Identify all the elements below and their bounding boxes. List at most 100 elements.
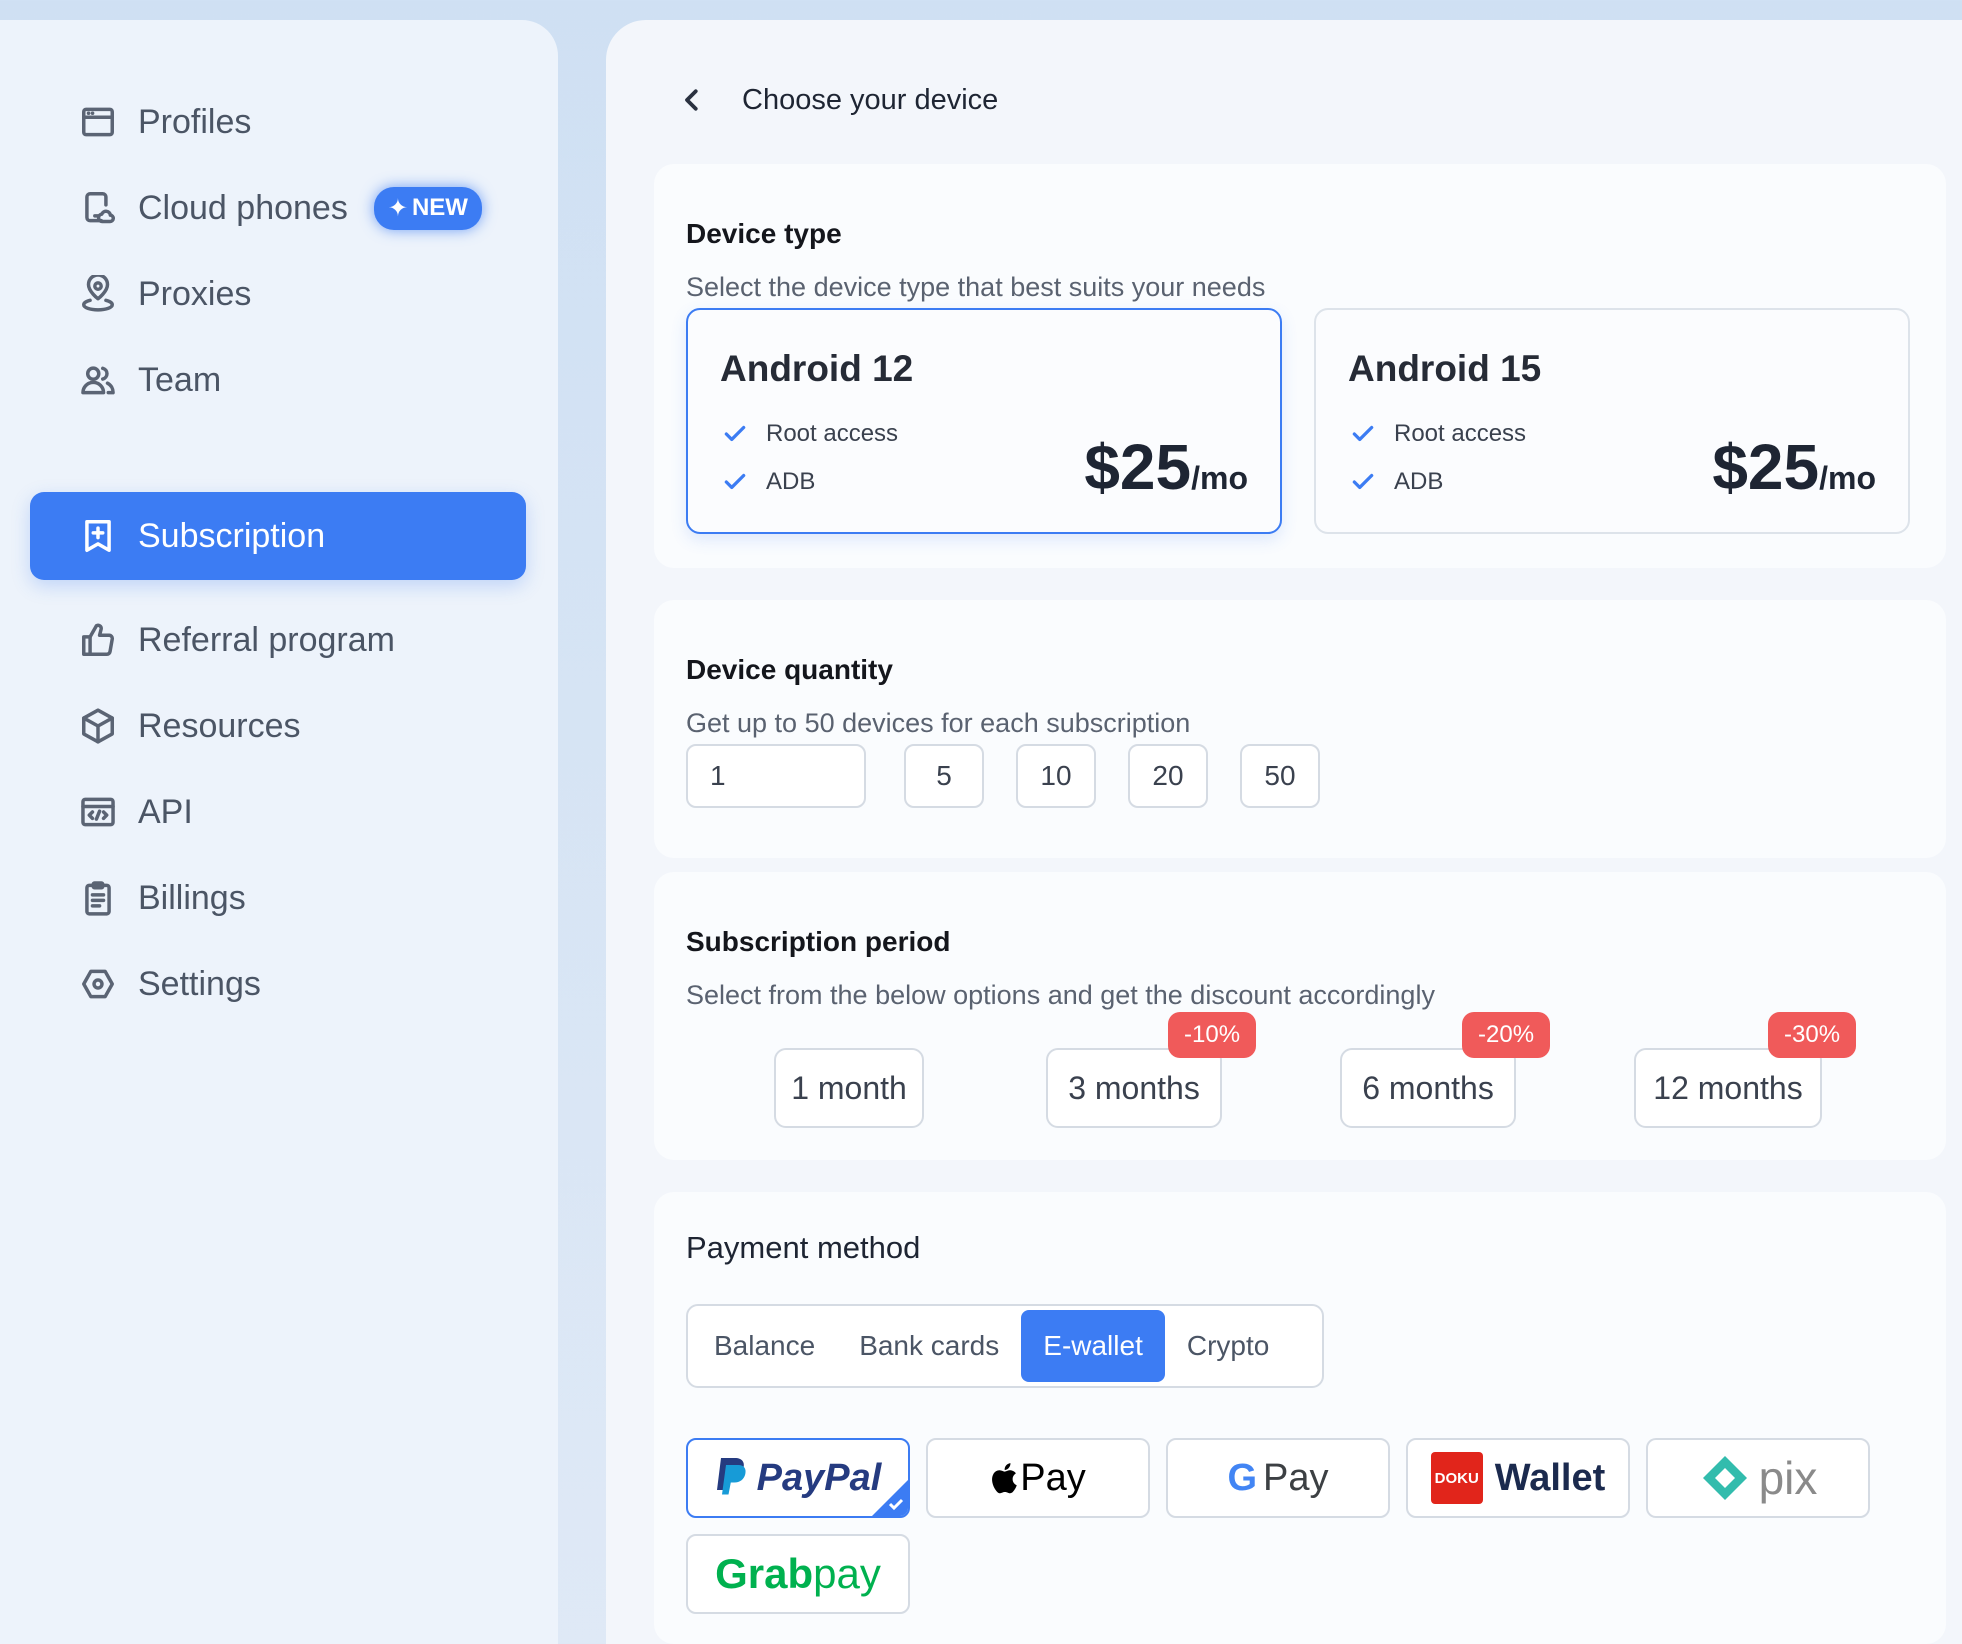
- quantity-preset-10[interactable]: 10: [1016, 744, 1096, 808]
- feature-label: ADB: [766, 468, 816, 495]
- check-icon: [724, 473, 746, 490]
- paypal-logo-icon: [716, 1458, 746, 1495]
- feature-label: Root access: [1394, 420, 1527, 447]
- sidebar: Profiles Cloud phones ✦ NEW Proxies Team …: [0, 20, 558, 1644]
- main-panel: Choose your device Device type Select th…: [606, 20, 1962, 1644]
- doku-wallet-wordmark: Wallet: [1494, 1456, 1606, 1499]
- sidebar-item-subscription[interactable]: Subscription: [30, 492, 526, 580]
- quantity-preset-5[interactable]: 5: [904, 744, 984, 808]
- device-type-card: Device type Select the device type that …: [654, 164, 1946, 568]
- payment-method-grabpay[interactable]: Grabpay: [686, 1534, 910, 1614]
- feature-label: Root access: [766, 420, 899, 447]
- device-option-android-15[interactable]: Android 15 Root access ADB $25/mo: [1314, 308, 1910, 534]
- sidebar-item-referral-program[interactable]: Referral program: [30, 596, 526, 684]
- quantity-preset-50[interactable]: 50: [1240, 744, 1320, 808]
- sidebar-item-label: Referral program: [138, 620, 395, 659]
- grabpay-wordmark: Grabpay: [715, 1550, 881, 1598]
- paypal-wordmark: PayPal: [756, 1456, 882, 1499]
- sidebar-item-resources[interactable]: Resources: [30, 682, 526, 770]
- sidebar-item-api[interactable]: API: [30, 768, 526, 856]
- google-pay-wordmark: Pay: [1263, 1456, 1329, 1499]
- quantity-input[interactable]: 1: [686, 744, 866, 808]
- check-icon: [1352, 473, 1374, 490]
- period-option-1-month[interactable]: 1 month: [774, 1048, 924, 1128]
- discount-badge: -30%: [1768, 1012, 1857, 1058]
- price-amount: $25: [1084, 431, 1192, 503]
- bookmark-plus-icon: [78, 516, 118, 556]
- check-icon: [724, 425, 746, 442]
- location-pin-icon: [78, 274, 118, 314]
- sidebar-item-proxies[interactable]: Proxies: [30, 250, 526, 338]
- feature-item: Root access: [722, 420, 898, 448]
- period-option-6-months[interactable]: 6 months: [1340, 1048, 1516, 1128]
- sparkle-icon: ✦: [387, 194, 408, 222]
- device-name: Android 15: [1348, 348, 1542, 389]
- sidebar-item-label: Team: [138, 360, 222, 399]
- cloud-phone-icon: [78, 188, 118, 228]
- device-type-subtitle: Select the device type that best suits y…: [686, 272, 1266, 302]
- device-price: $25/mo: [1712, 430, 1876, 504]
- users-icon: [78, 360, 118, 400]
- sidebar-item-label: Settings: [138, 964, 261, 1003]
- pay-text: pay: [813, 1550, 881, 1597]
- quantity-preset-20[interactable]: 20: [1128, 744, 1208, 808]
- pix-logo-icon: [1702, 1456, 1747, 1500]
- period-option-12-months[interactable]: 12 months: [1634, 1048, 1822, 1128]
- sidebar-item-cloud-phones[interactable]: Cloud phones ✦ NEW: [30, 164, 526, 252]
- badge-label: NEW: [411, 194, 468, 221]
- back-button[interactable]: [672, 80, 712, 120]
- sidebar-item-label: Proxies: [138, 274, 252, 313]
- clipboard-list-icon: [78, 878, 118, 918]
- period-option-3-months[interactable]: 3 months: [1046, 1048, 1222, 1128]
- device-option-android-12[interactable]: Android 12 Root access ADB $25/mo: [686, 308, 1282, 534]
- device-price: $25/mo: [1084, 430, 1248, 504]
- payment-method-card: Payment method Balance Bank cards E-wall…: [654, 1192, 1946, 1644]
- sidebar-item-profiles[interactable]: Profiles: [30, 78, 526, 166]
- doku-logo-icon: DOKU: [1430, 1452, 1483, 1504]
- device-type-title: Device type: [686, 218, 842, 249]
- device-quantity-card: Device quantity Get up to 50 devices for…: [654, 600, 1946, 858]
- payment-method-paypal[interactable]: PayPal: [686, 1438, 910, 1518]
- settings-hexagon-icon: [78, 964, 118, 1004]
- sidebar-item-settings[interactable]: Settings: [30, 940, 526, 1028]
- tab-bank-cards[interactable]: Bank cards: [837, 1310, 1021, 1382]
- payment-method-title: Payment method: [686, 1230, 921, 1265]
- page-title: Choose your device: [742, 83, 999, 116]
- feature-item: ADB: [722, 468, 815, 496]
- payment-method-google-pay[interactable]: G Pay: [1166, 1438, 1390, 1518]
- apple-logo-icon: [992, 1463, 1017, 1494]
- subscription-period-card: Subscription period Select from the belo…: [654, 872, 1946, 1160]
- feature-label: ADB: [1394, 468, 1444, 495]
- discount-badge: -20%: [1462, 1012, 1551, 1058]
- sidebar-item-label: Subscription: [138, 516, 326, 555]
- feature-item: ADB: [1350, 468, 1443, 496]
- thumbs-up-icon: [78, 620, 118, 660]
- code-window-icon: [78, 792, 118, 832]
- cube-icon: [78, 706, 118, 746]
- apple-pay-wordmark: Pay: [1020, 1456, 1086, 1499]
- payment-method-doku-wallet[interactable]: DOKU Wallet: [1406, 1438, 1630, 1518]
- sidebar-item-label: Billings: [138, 878, 246, 917]
- device-quantity-subtitle: Get up to 50 devices for each subscripti…: [686, 708, 1191, 738]
- grab-text: Grab: [715, 1550, 814, 1597]
- payment-method-apple-pay[interactable]: Pay: [926, 1438, 1150, 1518]
- device-name: Android 12: [720, 348, 914, 389]
- price-amount: $25: [1712, 431, 1820, 503]
- price-period: /mo: [1819, 460, 1876, 496]
- chevron-left-icon: [685, 89, 698, 111]
- google-g-icon: G: [1227, 1456, 1258, 1499]
- feature-item: Root access: [1350, 420, 1526, 448]
- tab-crypto[interactable]: Crypto: [1165, 1310, 1291, 1382]
- page-header: Choose your device: [672, 80, 998, 120]
- subscription-period-subtitle: Select from the below options and get th…: [686, 980, 1435, 1010]
- sidebar-item-label: API: [138, 792, 193, 831]
- payment-method-pix[interactable]: pix: [1646, 1438, 1870, 1518]
- device-quantity-title: Device quantity: [686, 654, 893, 685]
- tab-balance[interactable]: Balance: [692, 1310, 837, 1382]
- check-icon: [888, 1496, 904, 1512]
- pix-wordmark: pix: [1758, 1452, 1818, 1504]
- sidebar-item-team[interactable]: Team: [30, 336, 526, 424]
- payment-tabs: Balance Bank cards E-wallet Crypto: [686, 1304, 1324, 1388]
- sidebar-item-billings[interactable]: Billings: [30, 854, 526, 942]
- tab-e-wallet[interactable]: E-wallet: [1021, 1310, 1165, 1382]
